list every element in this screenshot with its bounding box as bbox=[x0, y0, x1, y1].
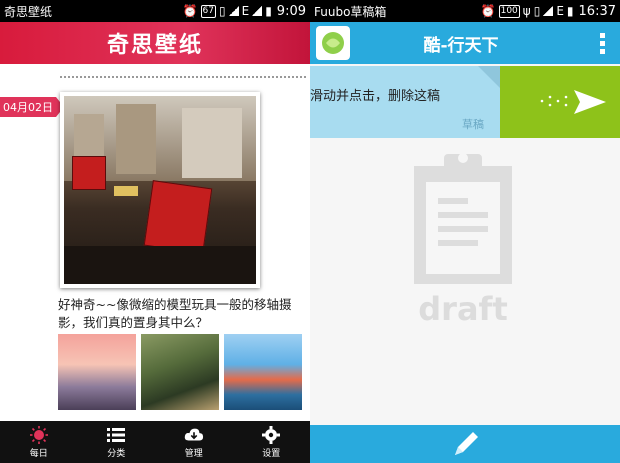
featured-photo[interactable] bbox=[60, 92, 260, 288]
app-header-right: 酷-行天下 bbox=[310, 22, 620, 64]
menu-dot-icon bbox=[599, 48, 605, 54]
photo-caption: 好神奇~~像微缩的模型玩具一般的移轴摄影，我们真的置身其中么？ bbox=[58, 297, 292, 330]
empty-state-label: draft bbox=[418, 290, 508, 328]
status-app-name-right: Fuubo草稿箱 bbox=[314, 4, 387, 19]
signal-icon bbox=[228, 6, 239, 16]
wallpaper-app-screen: 奇思壁纸 ⏰ 67 ▯ E ▮ 9:09 奇思壁纸 04月02日 好神奇~~像微… bbox=[0, 0, 310, 463]
app-header: 奇思壁纸 bbox=[0, 22, 310, 64]
fuubo-draft-screen: Fuubo草稿箱 ⏰ 100 ψ ▯ E ▮ 16:37 酷-行天下 滑动并点击… bbox=[310, 0, 620, 463]
timeline-divider bbox=[60, 76, 306, 78]
sun-icon bbox=[29, 425, 49, 444]
usb-icon: ψ bbox=[522, 4, 531, 18]
alarm-icon: ⏰ bbox=[182, 4, 198, 18]
send-icon bbox=[540, 90, 606, 114]
menu-dot-icon bbox=[599, 32, 605, 38]
nav-category-label: 分类 bbox=[107, 448, 126, 459]
app-title: 奇思壁纸 bbox=[106, 33, 203, 58]
nav-daily[interactable]: 每日 bbox=[0, 421, 78, 463]
overflow-menu-button[interactable] bbox=[592, 32, 612, 54]
status-indicators-right: ⏰ 100 ψ ▯ E ▮ 16:37 bbox=[481, 4, 616, 19]
account-title: 酷-行天下 bbox=[423, 35, 499, 56]
cloud-download-icon bbox=[184, 426, 204, 444]
thumbnail-3[interactable] bbox=[224, 334, 302, 410]
empty-state: draft bbox=[408, 148, 518, 348]
status-bar-right: Fuubo草稿箱 ⏰ 100 ψ ▯ E ▮ 16:37 bbox=[310, 0, 620, 22]
battery-icon: ▮ bbox=[265, 4, 272, 18]
status-app-name: 奇思壁纸 bbox=[4, 4, 53, 19]
nav-daily-label: 每日 bbox=[29, 448, 48, 459]
nav-settings[interactable]: 设置 bbox=[233, 421, 311, 463]
send-draft-button[interactable] bbox=[500, 66, 620, 138]
network-type: E bbox=[241, 4, 250, 18]
draft-item[interactable]: 滑动并点击，删除这稿 草稿 bbox=[310, 66, 500, 138]
network-type-right: E bbox=[556, 4, 564, 18]
thumbnail-1[interactable] bbox=[58, 334, 136, 410]
compose-button[interactable] bbox=[310, 425, 620, 463]
avatar[interactable] bbox=[316, 26, 350, 60]
screenshot: 奇思壁纸 ⏰ 67 ▯ E ▮ 9:09 奇思壁纸 04月02日 好神奇~~像微… bbox=[0, 0, 620, 463]
tilt-shift-photo bbox=[64, 96, 256, 284]
signal-icon bbox=[543, 6, 554, 16]
status-bar: 奇思壁纸 ⏰ 67 ▯ E ▮ 9:09 bbox=[0, 0, 310, 22]
date-tag: 04月02日 bbox=[0, 97, 64, 117]
nav-category[interactable]: 分类 bbox=[78, 421, 156, 463]
battery-level: 67 bbox=[200, 4, 216, 18]
nav-manage-label: 管理 bbox=[184, 448, 203, 459]
thumbnail-2[interactable] bbox=[141, 334, 219, 410]
alarm-icon: ⏰ bbox=[480, 4, 496, 18]
status-time-right: 16:37 bbox=[578, 3, 616, 19]
gear-icon bbox=[261, 425, 281, 444]
status-time: 9:09 bbox=[276, 3, 306, 19]
list-icon bbox=[106, 426, 126, 444]
signal-icon-2 bbox=[252, 6, 263, 16]
bottom-nav: 每日 分类 管理 设置 bbox=[0, 421, 310, 463]
nav-manage[interactable]: 管理 bbox=[155, 421, 233, 463]
battery-level-right: 100 bbox=[498, 4, 520, 18]
status-indicators: ⏰ 67 ▯ E ▮ 9:09 bbox=[183, 4, 306, 19]
vibrate-icon: ▯ bbox=[533, 4, 541, 18]
nav-settings-label: 设置 bbox=[262, 448, 281, 459]
battery-icon: ▮ bbox=[566, 4, 574, 18]
menu-dot-icon bbox=[599, 40, 605, 46]
draft-text: 滑动并点击，删除这稿 bbox=[310, 89, 441, 104]
vibrate-icon: ▯ bbox=[218, 4, 226, 18]
pencil-icon bbox=[455, 432, 478, 455]
clipboard-icon bbox=[414, 153, 512, 284]
thumbnail-strip bbox=[58, 334, 302, 410]
draft-label: 草稿 bbox=[462, 118, 484, 131]
draft-corner-badge bbox=[478, 66, 500, 88]
